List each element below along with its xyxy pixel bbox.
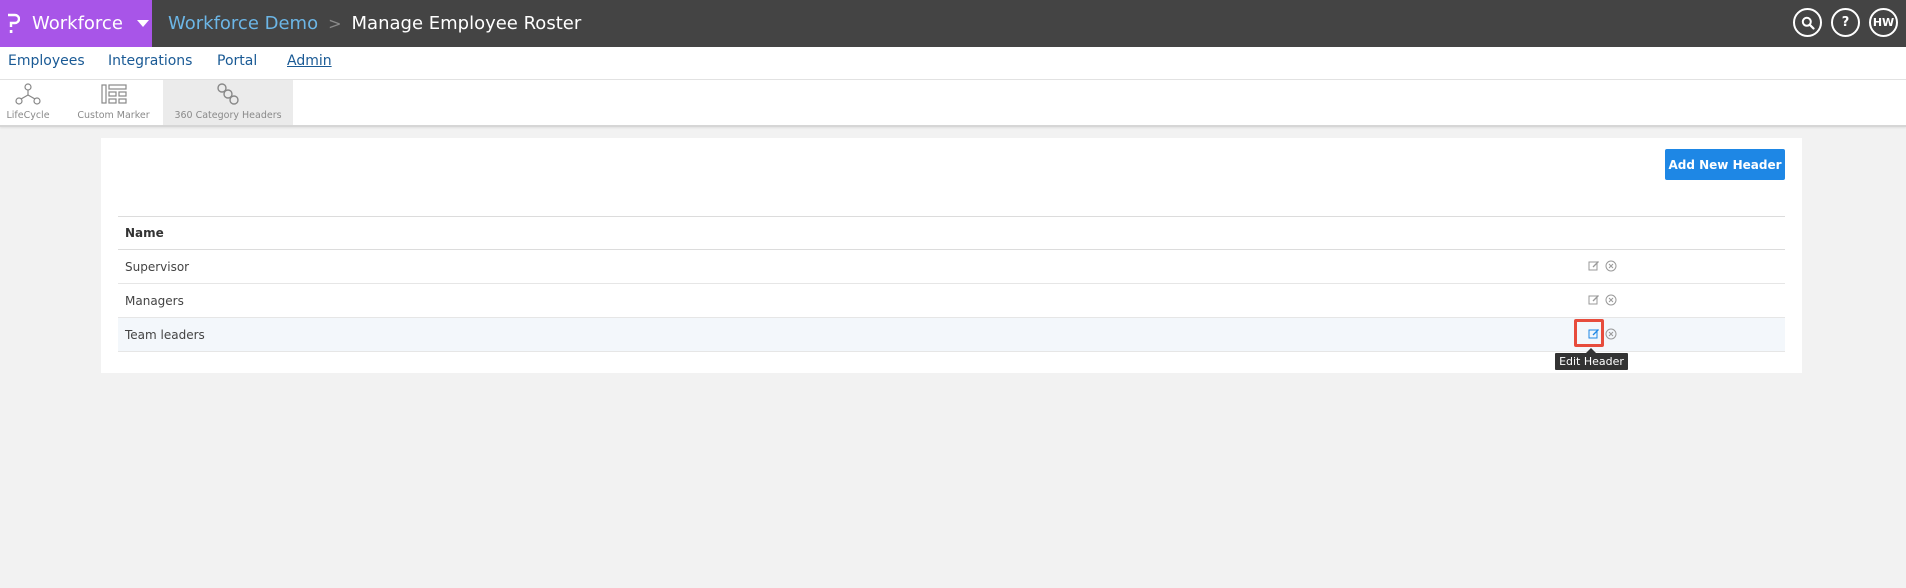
- row-name: Team leaders: [125, 327, 205, 342]
- toolbar-item-label: LifeCycle: [6, 110, 50, 121]
- table-row[interactable]: Team leaders: [118, 318, 1785, 352]
- app-name: Workforce: [32, 13, 123, 34]
- edit-icon: [1588, 329, 1599, 339]
- toolbar-item-lifecycle[interactable]: LifeCycle: [4, 80, 52, 125]
- table-row[interactable]: Managers: [118, 284, 1785, 318]
- delete-header-button[interactable]: [1604, 293, 1618, 307]
- nav-item-integrations[interactable]: Integrations: [108, 53, 192, 69]
- lifecycle-icon: [15, 83, 41, 105]
- edit-icon: [1588, 295, 1599, 305]
- search-button[interactable]: [1793, 8, 1822, 37]
- edit-header-button[interactable]: [1587, 327, 1601, 341]
- edit-header-tooltip: Edit Header: [1555, 348, 1628, 370]
- edit-icon: [1588, 261, 1599, 271]
- help-button[interactable]: ?: [1831, 8, 1860, 37]
- row-actions: [1587, 327, 1618, 341]
- table-row[interactable]: Supervisor: [118, 250, 1785, 284]
- top-actions: ? HW: [1793, 8, 1898, 37]
- admin-toolbar: LifeCycle Custom Marker 360 Category Hea…: [0, 80, 1906, 127]
- breadcrumb-parent-link[interactable]: Workforce Demo: [168, 13, 318, 34]
- app-switcher[interactable]: Workforce: [0, 0, 152, 47]
- page-title: Manage Employee Roster: [351, 13, 582, 34]
- close-circle-icon: [1605, 260, 1617, 272]
- custom-marker-icon: [100, 84, 127, 104]
- toolbar-item-label: 360 Category Headers: [174, 110, 282, 121]
- help-icon: ?: [1841, 15, 1850, 30]
- toolbar-item-label: Custom Marker: [77, 110, 150, 121]
- table-header-row: Name: [118, 216, 1785, 250]
- headers-table: Name Supervisor Managers Team leaders: [118, 216, 1785, 352]
- row-name: Supervisor: [125, 259, 190, 274]
- edit-header-button[interactable]: [1587, 259, 1601, 273]
- add-new-header-button[interactable]: Add New Header: [1665, 149, 1785, 180]
- edit-header-button[interactable]: [1587, 293, 1601, 307]
- column-header-name[interactable]: Name: [125, 226, 164, 240]
- nav-item-portal[interactable]: Portal: [217, 53, 257, 69]
- close-circle-icon: [1605, 328, 1617, 340]
- delete-header-button[interactable]: [1604, 327, 1618, 341]
- nav-item-employees[interactable]: Employees: [8, 53, 85, 69]
- link-chain-icon: [217, 83, 239, 105]
- top-header: Workforce Workforce Demo > Manage Employ…: [0, 0, 1906, 47]
- delete-header-button[interactable]: [1604, 259, 1618, 273]
- row-name: Managers: [125, 293, 184, 308]
- toolbar-item-custom-marker[interactable]: Custom Marker: [76, 80, 151, 125]
- toolbar-item-360-category-headers[interactable]: 360 Category Headers: [163, 80, 293, 125]
- user-avatar[interactable]: HW: [1869, 8, 1898, 37]
- breadcrumb: Workforce Demo > Manage Employee Roster: [168, 0, 581, 47]
- user-initials: HW: [1872, 16, 1895, 29]
- nav-item-admin[interactable]: Admin: [287, 53, 332, 69]
- close-circle-icon: [1605, 294, 1617, 306]
- category-headers-panel: Add New Header Name Supervisor Managers …: [101, 138, 1802, 373]
- row-actions: [1587, 259, 1618, 273]
- breadcrumb-separator-icon: >: [328, 14, 342, 33]
- brand-logo-icon: [8, 13, 20, 33]
- chevron-down-icon: [136, 20, 149, 27]
- row-actions: [1587, 293, 1618, 307]
- search-icon: [1801, 16, 1815, 30]
- primary-nav: Employees Integrations Portal Admin: [0, 47, 1906, 80]
